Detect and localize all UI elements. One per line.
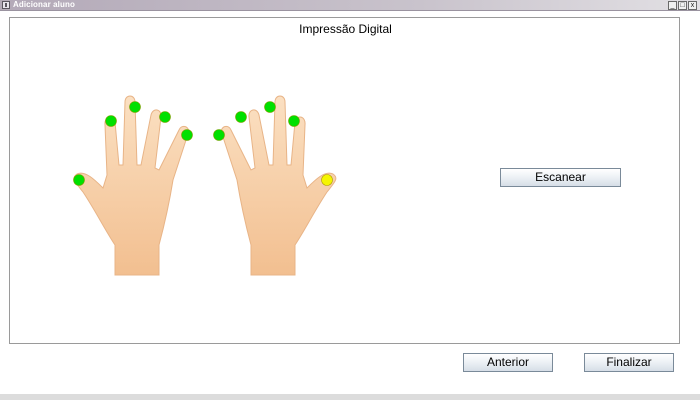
scan-button[interactable]: Escanear [500,168,621,187]
close-button[interactable]: x [688,1,697,10]
panel-title: Impressão Digital [299,22,392,36]
previous-button[interactable]: Anterior [463,353,553,372]
left-ring-dot[interactable] [105,115,117,127]
left-hand [73,95,190,276]
right-middle-dot[interactable] [235,111,247,123]
left-thumb-dot[interactable] [181,129,193,141]
window-titlebar[interactable]: Adicionar aluno _ □ x [0,0,700,11]
right-index-dot[interactable] [213,129,225,141]
window-bottom-edge [0,394,700,400]
right-thumb-dot[interactable] [321,174,333,186]
right-pinky-dot[interactable] [288,115,300,127]
maximize-button[interactable]: □ [678,1,687,10]
right-hand [220,95,337,276]
hands-illustration [73,95,337,276]
left-pinky-dot[interactable] [73,174,85,186]
left-index-dot[interactable] [159,111,171,123]
left-middle-dot[interactable] [129,101,141,113]
right-ring-dot[interactable] [264,101,276,113]
finish-button[interactable]: Finalizar [584,353,674,372]
app-icon [2,1,10,9]
window-title: Adicionar aluno [13,0,75,9]
minimize-button[interactable]: _ [668,1,677,10]
